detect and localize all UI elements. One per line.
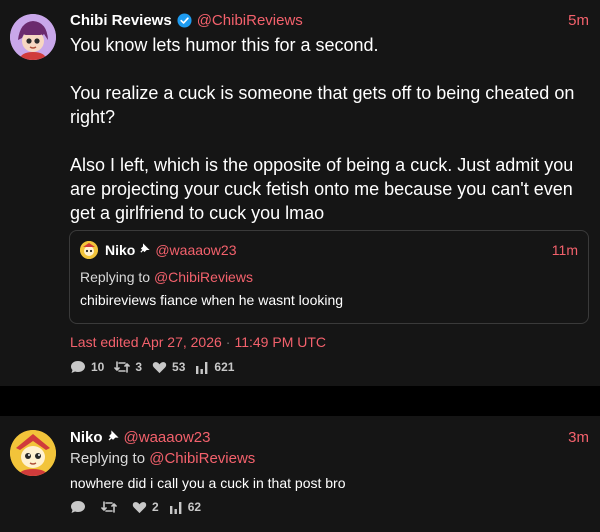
repost-button[interactable]	[101, 500, 122, 514]
post-paragraph: You realize a cuck is someone that gets …	[70, 83, 575, 127]
views-bar-icon	[169, 501, 182, 514]
post-stats: 10 3 53 621	[70, 360, 244, 374]
post-paragraph: You know lets humor this for a second.	[70, 35, 379, 55]
reply-replying-to: Replying to @ChibiReviews	[70, 450, 255, 467]
reply-author-name[interactable]: Niko	[70, 429, 103, 446]
replying-handle[interactable]: @ChibiReviews	[154, 269, 253, 285]
like-count: 2	[152, 500, 159, 514]
reply-author-handle[interactable]: @waaaow23	[124, 429, 211, 446]
heart-icon	[132, 501, 147, 513]
view-count: 62	[187, 500, 202, 514]
reply-button[interactable]: 10	[70, 360, 104, 374]
replying-handle[interactable]: @ChibiReviews	[149, 450, 255, 467]
last-edited[interactable]: Last edited Apr 27, 2026 · 11:49 PM UTC	[70, 334, 326, 350]
reply-icon	[71, 501, 85, 513]
views-bar-icon	[196, 361, 208, 374]
verified-badge-icon	[177, 13, 192, 28]
post-paragraph: Also I left, which is the opposite of be…	[70, 155, 574, 223]
repost-icon	[101, 501, 117, 513]
repost-icon	[114, 361, 131, 373]
like-button[interactable]: 2	[132, 500, 159, 514]
edited-label: Last edited Apr 27, 2026	[70, 334, 222, 350]
heart-icon	[152, 361, 167, 373]
reply-stats: 2 62	[70, 500, 211, 514]
pin-icon	[139, 243, 150, 257]
quote-author-handle[interactable]: @waaaow23	[155, 242, 236, 258]
chibi-reviews-avatar[interactable]	[10, 14, 56, 60]
edited-time: 11:49 PM UTC	[234, 334, 327, 350]
views-button[interactable]: 62	[169, 500, 201, 514]
post-body: You know lets humor this for a second. Y…	[70, 33, 590, 225]
quote-header: Niko @waaaow23	[105, 242, 237, 258]
reply-count: 10	[91, 360, 105, 374]
like-count: 53	[172, 360, 186, 374]
reply-button[interactable]	[70, 500, 91, 514]
main-post: Chibi Reviews @ChibiReviews 5m You know …	[0, 0, 600, 386]
quote-text: chibireviews fiance when he wasnt lookin…	[80, 292, 344, 308]
like-button[interactable]: 53	[152, 360, 185, 374]
niko-avatar[interactable]	[10, 430, 56, 476]
replying-label: Replying to	[70, 450, 146, 467]
views-button[interactable]: 621	[195, 360, 234, 374]
replying-label: Replying to	[80, 269, 151, 285]
quote-timestamp[interactable]: 11m	[552, 242, 578, 258]
thread-divider	[0, 386, 600, 416]
reply-header: Niko @waaaow23	[70, 429, 210, 446]
post-header: Chibi Reviews @ChibiReviews	[70, 12, 303, 29]
edited-separator: ·	[225, 334, 231, 350]
view-count: 621	[214, 360, 235, 374]
repost-button[interactable]: 3	[114, 360, 142, 374]
quote-author-name[interactable]: Niko	[105, 242, 135, 258]
niko-avatar	[80, 241, 98, 259]
repost-count: 3	[135, 360, 143, 374]
pin-icon	[107, 430, 119, 445]
reply-text: nowhere did i call you a cuck in that po…	[70, 475, 346, 491]
author-handle[interactable]: @ChibiReviews	[197, 12, 303, 29]
author-name[interactable]: Chibi Reviews	[70, 12, 172, 29]
reply-timestamp[interactable]: 3m	[568, 429, 589, 446]
post-timestamp[interactable]: 5m	[568, 12, 589, 29]
quote-replying-to: Replying to @ChibiReviews	[80, 269, 253, 285]
quoted-post[interactable]: Niko @waaaow23 11m Replying to @ChibiRev…	[69, 230, 589, 324]
reply-icon	[71, 361, 85, 373]
